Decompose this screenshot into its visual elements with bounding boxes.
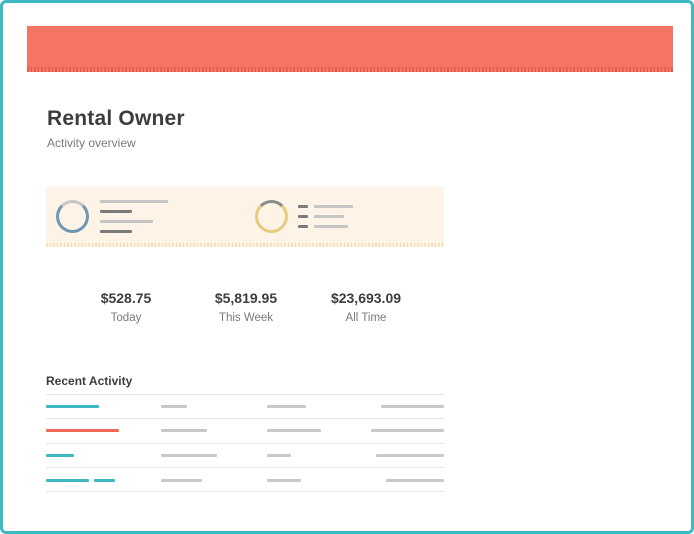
stat-amount: $528.75	[100, 290, 152, 306]
divider	[46, 443, 444, 444]
header-banner	[27, 26, 673, 72]
summary-panel-fringe	[46, 243, 444, 247]
app-frame: Rental Owner Activity overview $528.75 T…	[0, 0, 694, 534]
placeholder-line	[161, 454, 217, 457]
activity-accent-line[interactable]	[94, 479, 115, 482]
activity-accent-line[interactable]	[46, 429, 119, 432]
stat-label: Today	[110, 312, 142, 324]
list-bullet	[298, 225, 308, 228]
stat-all-time: $23,693.09 All Time	[306, 290, 426, 324]
header-banner-fringe	[27, 67, 673, 72]
list-bullet	[298, 205, 308, 208]
placeholder-line	[381, 405, 444, 408]
stat-this-week: $5,819.95 This Week	[186, 290, 306, 324]
divider	[46, 491, 444, 492]
placeholder-line	[161, 479, 202, 482]
page-subtitle: Activity overview	[47, 136, 136, 150]
progress-ring-icon	[56, 200, 89, 233]
activity-accent-line[interactable]	[46, 405, 99, 408]
list-bullet	[298, 215, 308, 218]
stat-label: This Week	[218, 312, 274, 324]
placeholder-line	[267, 454, 291, 457]
recent-activity-title: Recent Activity	[46, 374, 133, 388]
divider	[46, 467, 444, 468]
divider	[46, 394, 444, 395]
placeholder-line	[314, 205, 353, 208]
activity-accent-line[interactable]	[46, 479, 89, 482]
placeholder-line	[371, 429, 444, 432]
placeholder-line	[314, 215, 344, 218]
placeholder-line	[386, 479, 444, 482]
summary-panel	[46, 187, 444, 247]
placeholder-line	[161, 429, 207, 432]
placeholder-line	[314, 225, 348, 228]
placeholder-line	[161, 405, 187, 408]
divider	[46, 418, 444, 419]
placeholder-line	[376, 454, 444, 457]
stat-label: All Time	[345, 312, 387, 324]
placeholder-line	[267, 479, 301, 482]
placeholder-line	[100, 220, 153, 223]
page-title: Rental Owner	[47, 107, 185, 130]
placeholder-line	[100, 210, 132, 213]
stat-amount: $5,819.95	[214, 290, 278, 306]
activity-accent-line[interactable]	[46, 454, 74, 457]
placeholder-line	[267, 405, 306, 408]
placeholder-line	[100, 200, 168, 203]
stat-amount: $23,693.09	[330, 290, 402, 306]
placeholder-line	[267, 429, 321, 432]
stat-today: $528.75 Today	[66, 290, 186, 324]
progress-ring-icon	[255, 200, 288, 233]
placeholder-line	[100, 230, 132, 233]
